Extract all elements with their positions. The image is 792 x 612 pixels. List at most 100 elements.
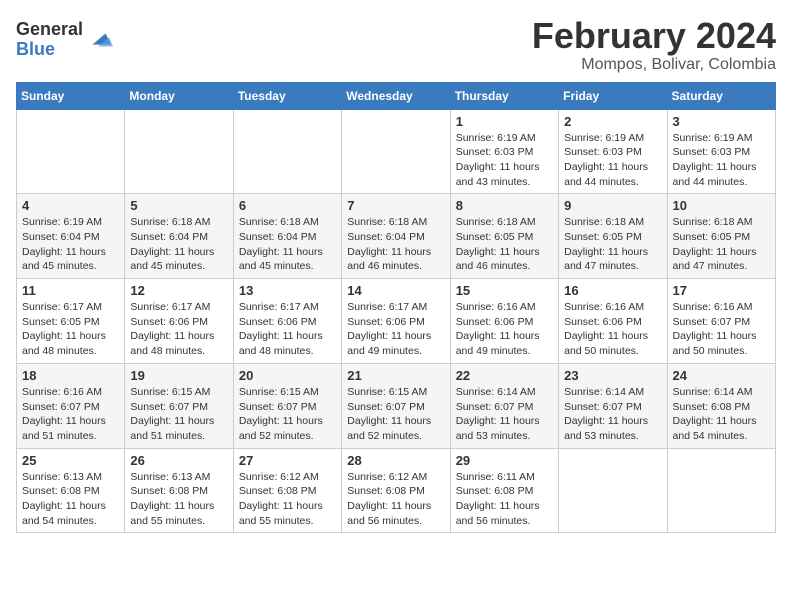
day-info: Sunrise: 6:14 AMSunset: 6:07 PMDaylight:…	[564, 385, 661, 444]
day-number: 25	[22, 453, 119, 468]
day-cell: 16 Sunrise: 6:16 AMSunset: 6:06 PMDayligh…	[559, 279, 667, 364]
header-cell-tuesday: Tuesday	[233, 82, 341, 109]
day-info: Sunrise: 6:18 AMSunset: 6:05 PMDaylight:…	[456, 215, 553, 274]
day-number: 19	[130, 368, 227, 383]
day-info: Sunrise: 6:14 AMSunset: 6:07 PMDaylight:…	[456, 385, 553, 444]
page-header: General Blue February 2024 Mompos, Boliv…	[16, 16, 776, 74]
day-cell: 25 Sunrise: 6:13 AMSunset: 6:08 PMDayligh…	[17, 448, 125, 533]
day-info: Sunrise: 6:16 AMSunset: 6:07 PMDaylight:…	[22, 385, 119, 444]
title-area: February 2024 Mompos, Bolivar, Colombia	[532, 16, 776, 74]
day-number: 3	[673, 114, 770, 129]
day-number: 7	[347, 198, 444, 213]
week-row-1: 1 Sunrise: 6:19 AMSunset: 6:03 PMDaylight…	[17, 109, 776, 194]
day-number: 22	[456, 368, 553, 383]
day-cell: 15Sunrise: 6:16 AMSunset: 6:06 PMDayligh…	[450, 279, 558, 364]
day-info: Sunrise: 6:19 AMSunset: 6:03 PMDaylight:…	[673, 131, 770, 190]
header-row: SundayMondayTuesdayWednesdayThursdayFrid…	[17, 82, 776, 109]
day-number: 11	[22, 283, 119, 298]
day-info: Sunrise: 6:17 AMSunset: 6:06 PMDaylight:…	[239, 300, 336, 359]
day-info: Sunrise: 6:15 AMSunset: 6:07 PMDaylight:…	[347, 385, 444, 444]
day-cell: 22 Sunrise: 6:14 AMSunset: 6:07 PMDayligh…	[450, 363, 558, 448]
day-info: Sunrise: 6:19 AMSunset: 6:04 PMDaylight:…	[22, 215, 119, 274]
day-number: 28	[347, 453, 444, 468]
week-row-5: 25 Sunrise: 6:13 AMSunset: 6:08 PMDayligh…	[17, 448, 776, 533]
day-number: 29	[456, 453, 553, 468]
day-number: 20	[239, 368, 336, 383]
week-row-3: 11 Sunrise: 6:17 AMSunset: 6:05 PMDayligh…	[17, 279, 776, 364]
day-number: 13	[239, 283, 336, 298]
day-cell: 21Sunrise: 6:15 AMSunset: 6:07 PMDayligh…	[342, 363, 450, 448]
day-info: Sunrise: 6:12 AMSunset: 6:08 PMDaylight:…	[347, 470, 444, 529]
day-cell: 9Sunrise: 6:18 AMSunset: 6:05 PMDaylight…	[559, 194, 667, 279]
header-cell-sunday: Sunday	[17, 82, 125, 109]
day-number: 23	[564, 368, 661, 383]
day-cell: 18Sunrise: 6:16 AMSunset: 6:07 PMDayligh…	[17, 363, 125, 448]
day-info: Sunrise: 6:18 AMSunset: 6:04 PMDaylight:…	[347, 215, 444, 274]
day-info: Sunrise: 6:18 AMSunset: 6:04 PMDaylight:…	[130, 215, 227, 274]
week-row-2: 4 Sunrise: 6:19 AMSunset: 6:04 PMDaylight…	[17, 194, 776, 279]
day-number: 24	[673, 368, 770, 383]
day-cell: 11 Sunrise: 6:17 AMSunset: 6:05 PMDayligh…	[17, 279, 125, 364]
day-number: 8	[456, 198, 553, 213]
header-cell-saturday: Saturday	[667, 82, 775, 109]
day-number: 9	[564, 198, 661, 213]
day-cell	[233, 109, 341, 194]
day-info: Sunrise: 6:16 AMSunset: 6:06 PMDaylight:…	[456, 300, 553, 359]
day-cell	[125, 109, 233, 194]
day-cell: 14Sunrise: 6:17 AMSunset: 6:06 PMDayligh…	[342, 279, 450, 364]
day-info: Sunrise: 6:15 AMSunset: 6:07 PMDaylight:…	[239, 385, 336, 444]
day-cell: 3 Sunrise: 6:19 AMSunset: 6:03 PMDaylight…	[667, 109, 775, 194]
day-number: 16	[564, 283, 661, 298]
day-info: Sunrise: 6:16 AMSunset: 6:06 PMDaylight:…	[564, 300, 661, 359]
logo: General Blue	[16, 20, 113, 60]
day-cell: 29Sunrise: 6:11 AMSunset: 6:08 PMDayligh…	[450, 448, 558, 533]
day-cell	[17, 109, 125, 194]
day-number: 1	[456, 114, 553, 129]
day-cell: 24 Sunrise: 6:14 AMSunset: 6:08 PMDayligh…	[667, 363, 775, 448]
day-info: Sunrise: 6:17 AMSunset: 6:06 PMDaylight:…	[130, 300, 227, 359]
day-info: Sunrise: 6:12 AMSunset: 6:08 PMDaylight:…	[239, 470, 336, 529]
day-info: Sunrise: 6:13 AMSunset: 6:08 PMDaylight:…	[130, 470, 227, 529]
day-cell: 8 Sunrise: 6:18 AMSunset: 6:05 PMDaylight…	[450, 194, 558, 279]
day-number: 12	[130, 283, 227, 298]
day-info: Sunrise: 6:14 AMSunset: 6:08 PMDaylight:…	[673, 385, 770, 444]
day-cell: 5Sunrise: 6:18 AMSunset: 6:04 PMDaylight…	[125, 194, 233, 279]
day-info: Sunrise: 6:17 AMSunset: 6:05 PMDaylight:…	[22, 300, 119, 359]
day-cell: 19Sunrise: 6:15 AMSunset: 6:07 PMDayligh…	[125, 363, 233, 448]
day-number: 26	[130, 453, 227, 468]
logo-blue-text: Blue	[16, 40, 83, 60]
day-cell: 7 Sunrise: 6:18 AMSunset: 6:04 PMDaylight…	[342, 194, 450, 279]
day-cell: 12 Sunrise: 6:17 AMSunset: 6:06 PMDayligh…	[125, 279, 233, 364]
day-cell: 20 Sunrise: 6:15 AMSunset: 6:07 PMDayligh…	[233, 363, 341, 448]
calendar-table: SundayMondayTuesdayWednesdayThursdayFrid…	[16, 82, 776, 534]
day-cell: 2Sunrise: 6:19 AMSunset: 6:03 PMDaylight…	[559, 109, 667, 194]
header-cell-wednesday: Wednesday	[342, 82, 450, 109]
day-cell: 13 Sunrise: 6:17 AMSunset: 6:06 PMDayligh…	[233, 279, 341, 364]
day-cell: 26 Sunrise: 6:13 AMSunset: 6:08 PMDayligh…	[125, 448, 233, 533]
day-number: 4	[22, 198, 119, 213]
day-info: Sunrise: 6:19 AMSunset: 6:03 PMDaylight:…	[564, 131, 661, 190]
day-info: Sunrise: 6:18 AMSunset: 6:05 PMDaylight:…	[673, 215, 770, 274]
day-cell	[559, 448, 667, 533]
day-number: 14	[347, 283, 444, 298]
week-row-4: 18Sunrise: 6:16 AMSunset: 6:07 PMDayligh…	[17, 363, 776, 448]
logo-icon	[85, 26, 113, 54]
day-cell: 10Sunrise: 6:18 AMSunset: 6:05 PMDayligh…	[667, 194, 775, 279]
header-cell-thursday: Thursday	[450, 82, 558, 109]
header-cell-friday: Friday	[559, 82, 667, 109]
header-cell-monday: Monday	[125, 82, 233, 109]
day-info: Sunrise: 6:13 AMSunset: 6:08 PMDaylight:…	[22, 470, 119, 529]
day-cell: 23 Sunrise: 6:14 AMSunset: 6:07 PMDayligh…	[559, 363, 667, 448]
day-number: 17	[673, 283, 770, 298]
day-info: Sunrise: 6:18 AMSunset: 6:04 PMDaylight:…	[239, 215, 336, 274]
day-info: Sunrise: 6:16 AMSunset: 6:07 PMDaylight:…	[673, 300, 770, 359]
logo-general-text: General	[16, 20, 83, 40]
location-title: Mompos, Bolivar, Colombia	[532, 56, 776, 74]
day-cell	[342, 109, 450, 194]
day-cell: 27Sunrise: 6:12 AMSunset: 6:08 PMDayligh…	[233, 448, 341, 533]
month-title: February 2024	[532, 16, 776, 56]
day-cell: 4 Sunrise: 6:19 AMSunset: 6:04 PMDaylight…	[17, 194, 125, 279]
day-cell	[667, 448, 775, 533]
day-number: 6	[239, 198, 336, 213]
day-cell: 28 Sunrise: 6:12 AMSunset: 6:08 PMDayligh…	[342, 448, 450, 533]
